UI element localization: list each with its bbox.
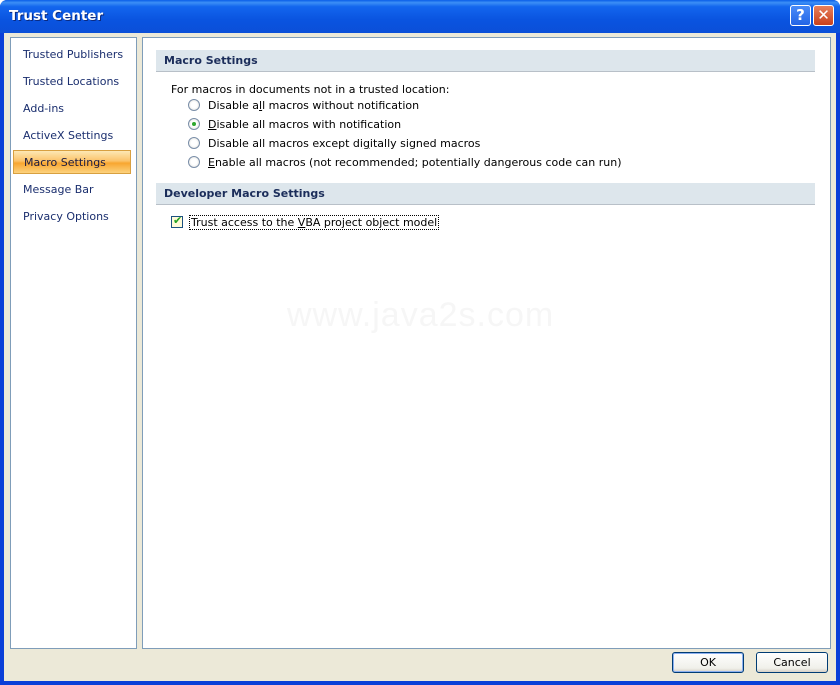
nav-item-activex-settings[interactable]: ActiveX Settings <box>13 124 131 148</box>
nav-item-add-ins[interactable]: Add-ins <box>13 97 131 121</box>
nav-item-trusted-locations[interactable]: Trusted Locations <box>13 70 131 94</box>
help-icon: ? <box>796 6 805 24</box>
ok-button[interactable]: OK <box>672 652 744 673</box>
settings-panel: www.java2s.com Macro Settings For macros… <box>142 37 831 649</box>
nav-item-message-bar[interactable]: Message Bar <box>13 178 131 202</box>
cancel-button[interactable]: Cancel <box>756 652 828 673</box>
radio-button[interactable] <box>188 137 200 149</box>
nav-item-privacy-options[interactable]: Privacy Options <box>13 205 131 229</box>
macro-settings-intro: For macros in documents not in a trusted… <box>171 83 450 96</box>
help-button[interactable]: ? <box>790 5 811 26</box>
close-icon: ✕ <box>817 6 830 24</box>
trust-vba-checkbox[interactable]: ✔ <box>171 214 183 228</box>
radio-enable-all-macros[interactable]: Enable all macros (not recommended; pote… <box>188 153 621 171</box>
radio-label: Disable all macros with notification <box>208 117 402 131</box>
radio-button[interactable] <box>188 156 200 168</box>
nav-item-macro-settings[interactable]: Macro Settings <box>13 150 131 174</box>
macro-settings-header: Macro Settings <box>156 50 815 72</box>
radio-button[interactable] <box>188 99 200 111</box>
trust-vba-checkbox-row[interactable]: ✔ Trust access to the VBA project object… <box>171 213 440 231</box>
radio-label: Disable all macros without notification <box>208 98 420 112</box>
close-button[interactable]: ✕ <box>813 5 834 26</box>
dialog-body: Trusted Publishers Trusted Locations Add… <box>4 33 836 681</box>
radio-button-selected[interactable] <box>188 118 200 130</box>
trust-center-dialog: Trust Center ? ✕ Trusted Publishers Trus… <box>0 0 840 685</box>
watermark: www.java2s.com <box>287 296 555 334</box>
developer-settings-header: Developer Macro Settings <box>156 183 815 205</box>
nav-item-trusted-publishers[interactable]: Trusted Publishers <box>13 43 131 67</box>
radio-disable-without-notification[interactable]: Disable all macros without notification <box>188 96 419 114</box>
radio-disable-with-notification[interactable]: Disable all macros with notification <box>188 115 401 133</box>
category-nav: Trusted Publishers Trusted Locations Add… <box>10 37 137 649</box>
title-bar[interactable]: Trust Center ? ✕ <box>0 0 840 33</box>
radio-label: Disable all macros except digitally sign… <box>208 136 481 150</box>
window-title: Trust Center <box>9 8 104 24</box>
radio-label: Enable all macros (not recommended; pote… <box>208 155 622 169</box>
checkmark-icon: ✔ <box>173 214 183 227</box>
trust-vba-label: Trust access to the VBA project object m… <box>189 214 440 230</box>
radio-disable-except-signed[interactable]: Disable all macros except digitally sign… <box>188 134 480 152</box>
